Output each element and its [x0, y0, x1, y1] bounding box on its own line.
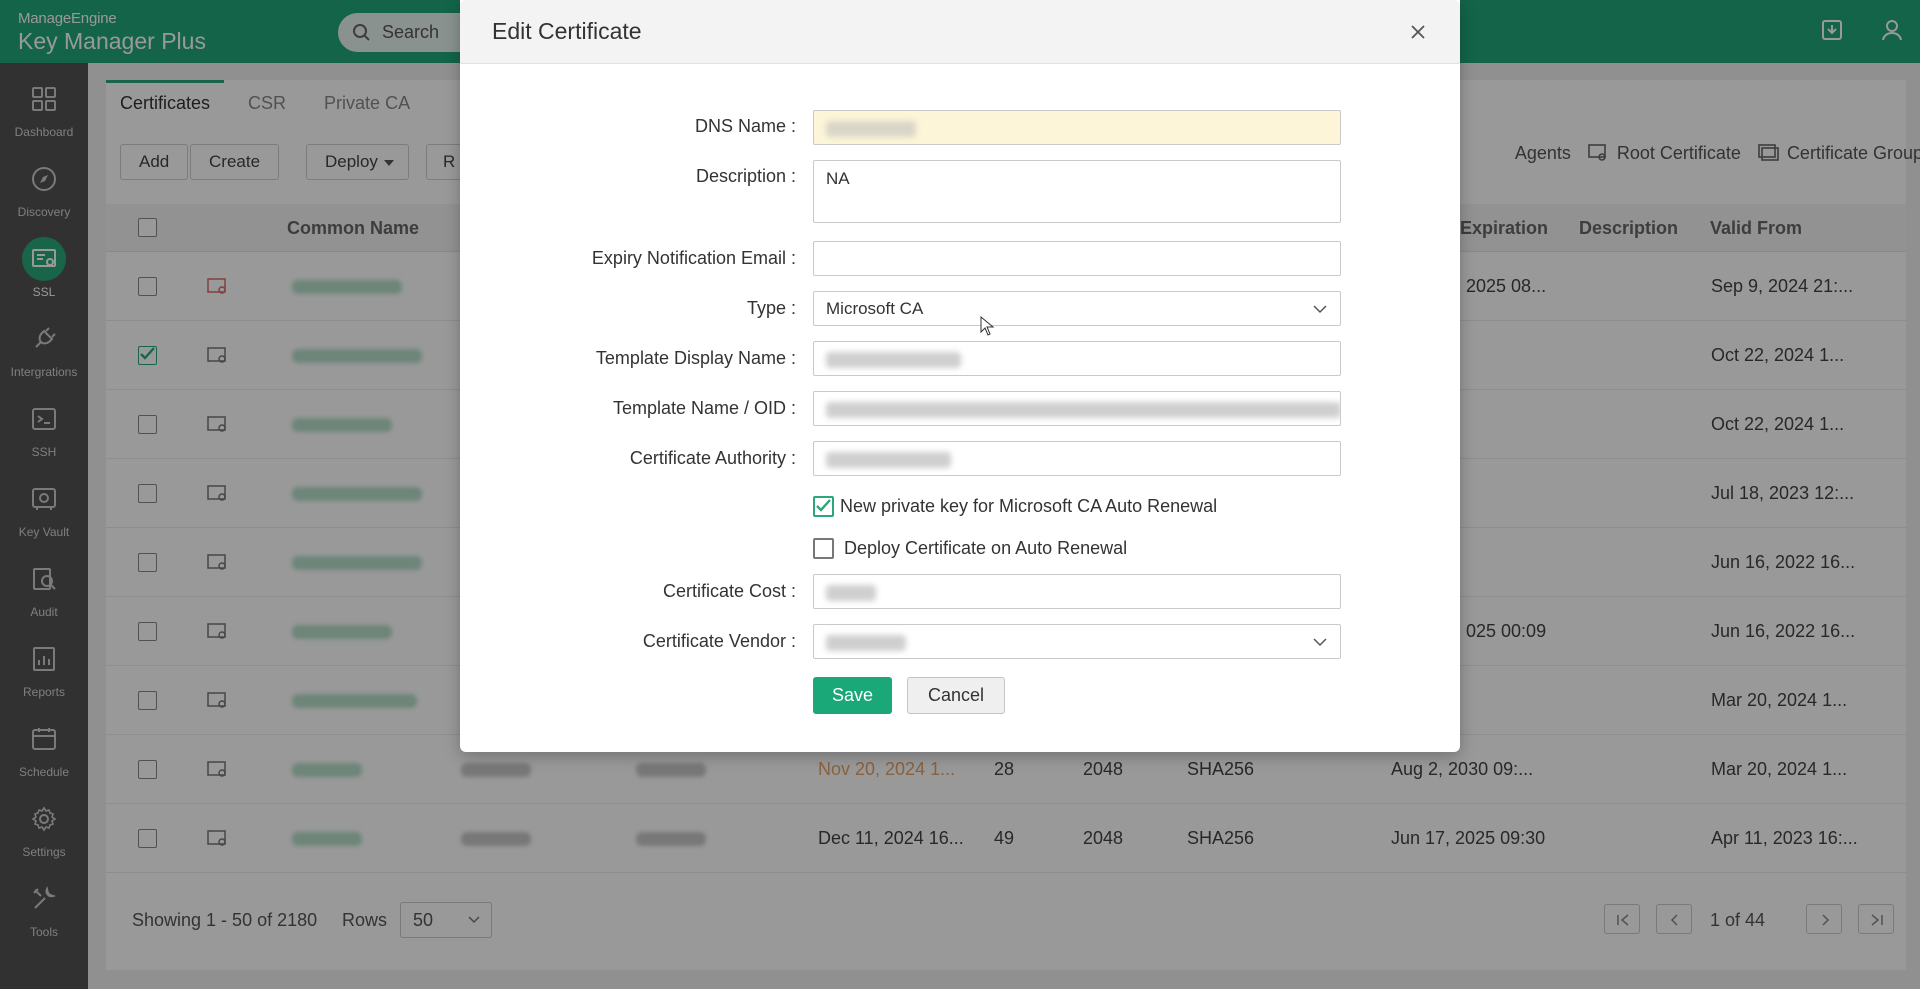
dns-name-field[interactable]	[813, 110, 1341, 145]
chevron-down-icon	[1312, 636, 1328, 648]
description-field[interactable]: NA	[813, 160, 1341, 223]
close-icon[interactable]	[1410, 24, 1426, 40]
edit-certificate-dialog: Edit Certificate DNS Name : Description …	[460, 0, 1460, 752]
chevron-down-icon	[1312, 303, 1328, 315]
dns-name-label: DNS Name :	[694, 116, 796, 136]
description-label: Description :	[695, 166, 796, 186]
dialog-header: Edit Certificate	[460, 0, 1460, 64]
certificate-authority-label: Certificate Authority :	[629, 448, 796, 468]
certificate-cost-label: Certificate Cost :	[662, 581, 796, 601]
certificate-cost-field[interactable]	[813, 574, 1341, 609]
deploy-on-renewal-label: Deploy Certificate on Auto Renewal	[844, 538, 1128, 558]
certificate-vendor-label: Certificate Vendor :	[642, 631, 796, 651]
new-private-key-label: New private key for Microsoft CA Auto Re…	[840, 496, 1218, 516]
save-button[interactable]: Save	[813, 677, 892, 714]
certificate-vendor-select[interactable]	[813, 624, 1341, 659]
certificate-authority-field[interactable]	[813, 441, 1341, 476]
template-oid-field[interactable]	[813, 391, 1341, 426]
new-private-key-checkbox[interactable]	[813, 496, 834, 517]
template-display-name-field[interactable]	[813, 341, 1341, 376]
template-display-name-label: Template Display Name :	[595, 348, 796, 368]
template-oid-label: Template Name / OID :	[612, 398, 796, 418]
cancel-button[interactable]: Cancel	[907, 677, 1005, 714]
dialog-title: Edit Certificate	[492, 18, 642, 44]
type-select-value: Microsoft CA	[826, 299, 924, 318]
type-label: Type :	[746, 298, 796, 318]
expiry-email-label: Expiry Notification Email :	[591, 248, 796, 268]
deploy-on-renewal-checkbox[interactable]	[813, 538, 834, 559]
type-select[interactable]: Microsoft CA	[813, 291, 1341, 326]
expiry-email-field[interactable]	[813, 241, 1341, 276]
mouse-cursor-icon	[980, 316, 994, 336]
